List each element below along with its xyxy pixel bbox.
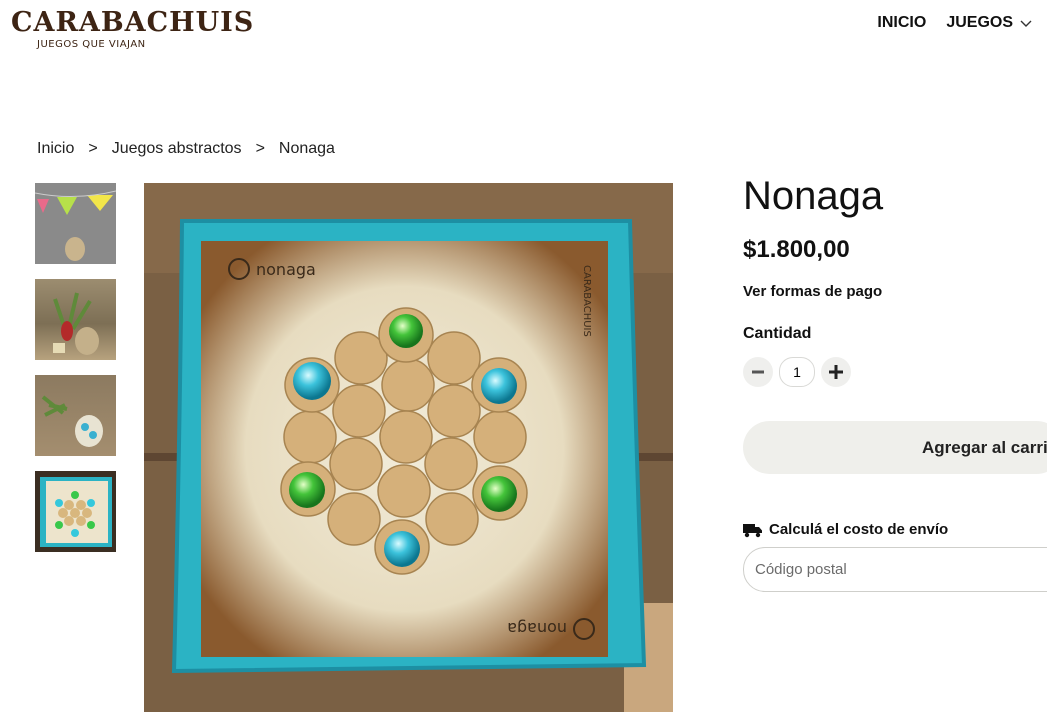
breadcrumb-link-inicio[interactable]: Inicio — [37, 140, 74, 158]
payment-methods-link[interactable]: Ver formas de pago — [743, 283, 882, 300]
breadcrumb: Inicio > Juegos abstractos > Nonaga — [37, 140, 335, 158]
thumbnail-4-selected[interactable] — [35, 471, 116, 552]
product-main-image[interactable]: nonaga nonaga CARABACHUIS — [144, 183, 673, 712]
breadcrumb-separator: > — [255, 140, 265, 157]
nav-item-label: JUEGOS — [946, 14, 1013, 31]
nav-item-inicio[interactable]: INICIO — [877, 14, 926, 32]
thumbnail-2[interactable] — [35, 279, 116, 360]
nav-item-label: INICIO — [877, 14, 927, 31]
minus-icon — [752, 370, 764, 374]
quantity-decrease-button[interactable] — [743, 357, 773, 387]
breadcrumb-separator: > — [88, 140, 98, 157]
add-to-cart-button[interactable]: Agregar al carrito — [743, 421, 1047, 474]
brand-name: CARABACHUIS — [11, 7, 255, 38]
thumbnail-image — [40, 477, 112, 547]
chevron-down-icon — [1020, 20, 1032, 27]
product-title: Nonaga — [743, 174, 884, 218]
quantity-increase-button[interactable] — [821, 357, 851, 387]
product-price: $1.800,00 — [743, 236, 850, 263]
thumbnail-image — [53, 292, 99, 355]
plus-icon — [829, 365, 843, 379]
thumbnail-3[interactable] — [35, 375, 116, 456]
truck-icon — [743, 523, 762, 537]
shipping-label: Calculá el costo de envío — [769, 521, 949, 538]
postal-code-input[interactable] — [743, 547, 1047, 592]
brand-tagline: JUEGOS QUE VIAJAN — [37, 39, 146, 50]
breadcrumb-link-category[interactable]: Juegos abstractos — [112, 140, 242, 158]
quantity-input[interactable] — [779, 357, 815, 387]
thumbnail-1[interactable] — [35, 183, 116, 264]
nav-item-juegos[interactable]: JUEGOS — [946, 14, 1033, 32]
svg-text:CARABACHUIS: CARABACHUIS — [581, 265, 592, 337]
quantity-label: Cantidad — [743, 325, 812, 342]
thumbnail-list — [35, 183, 116, 552]
thumbnail-image — [41, 395, 103, 447]
main-nav: INICIO JUEGOS — [877, 14, 1033, 32]
shipping-calculator-heading: Calculá el costo de envío — [743, 521, 948, 538]
quantity-stepper — [743, 357, 851, 387]
thumbnail-image — [35, 190, 116, 261]
svg-text:nonaga: nonaga — [507, 619, 567, 638]
breadcrumb-current: Nonaga — [278, 140, 335, 157]
svg-text:nonaga: nonaga — [256, 260, 316, 279]
brand-logo[interactable]: CARABACHUIS JUEGOS QUE VIAJAN — [11, 7, 255, 58]
